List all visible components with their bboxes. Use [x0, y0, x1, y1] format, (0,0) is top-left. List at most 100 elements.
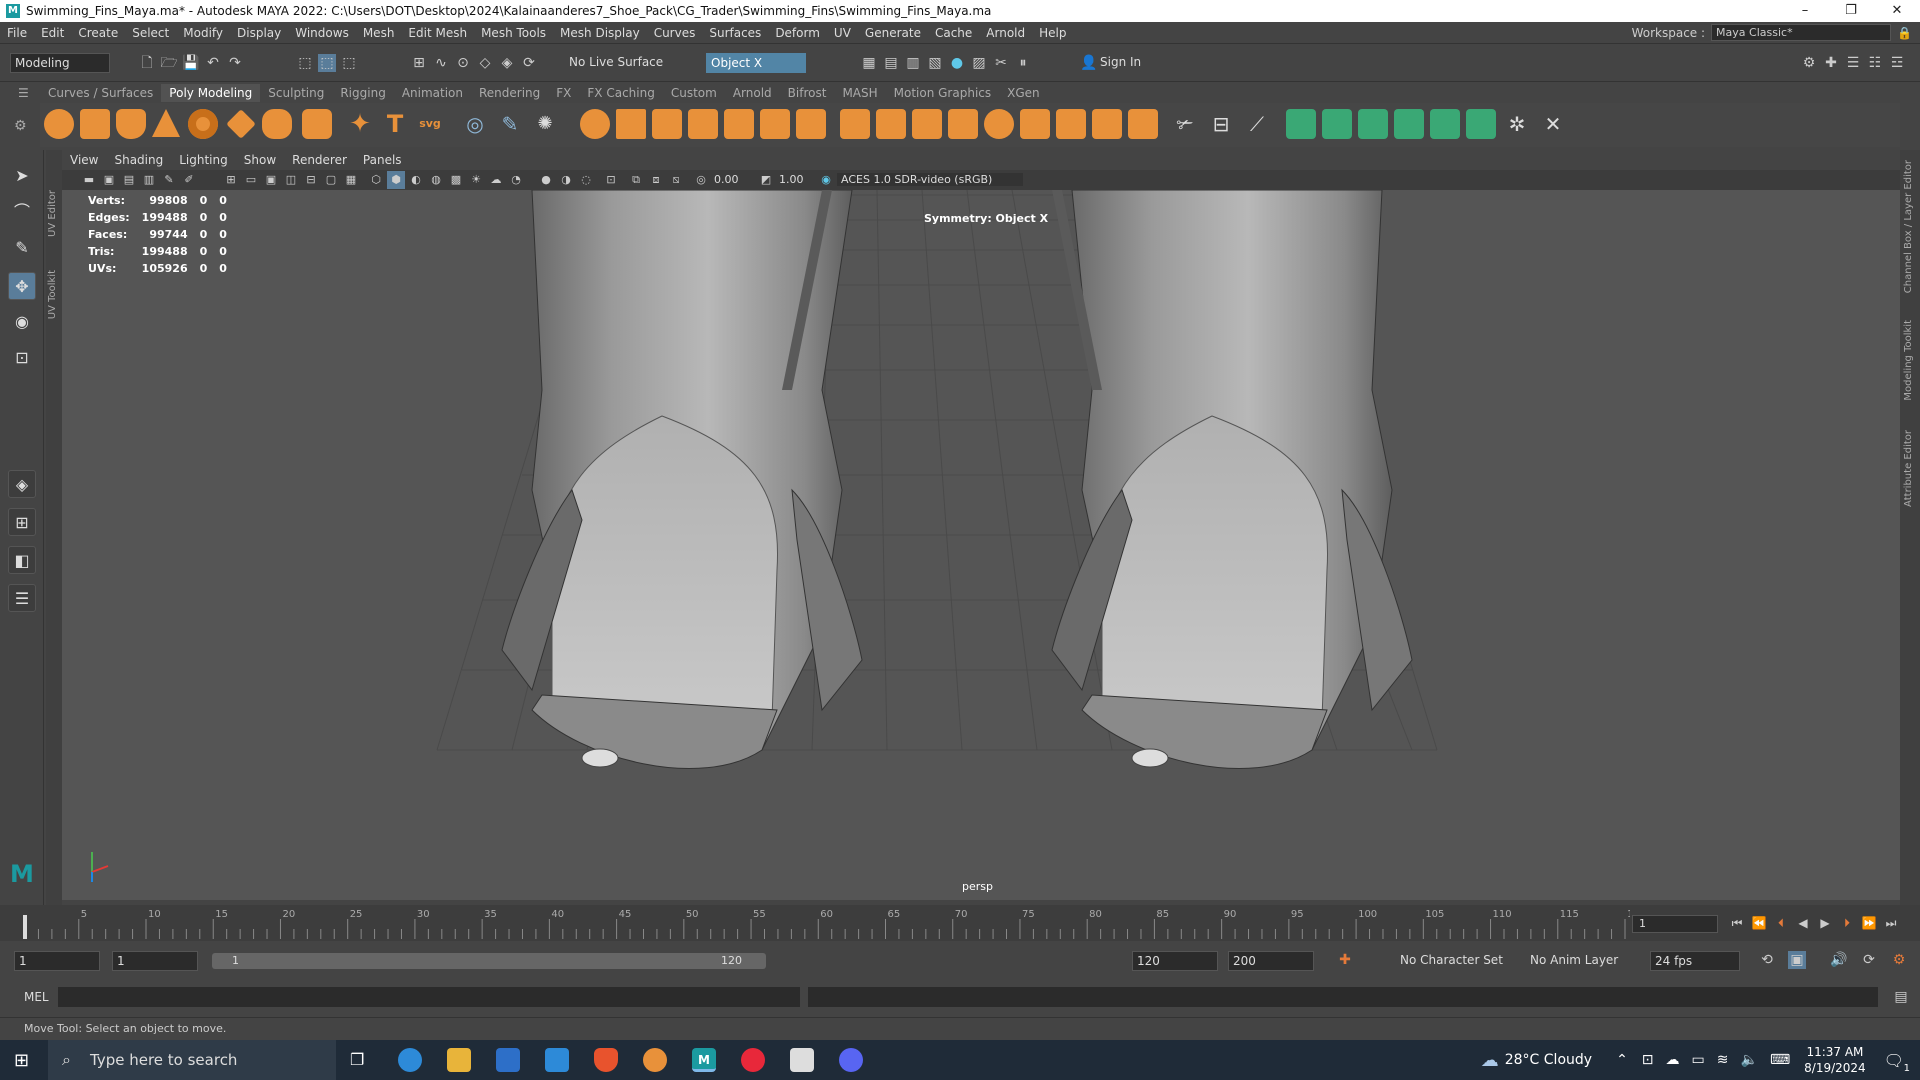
- close-button[interactable]: ✕: [1874, 0, 1920, 22]
- shelf-tab-sculpting[interactable]: Sculpting: [260, 84, 332, 102]
- scene-canvas[interactable]: [62, 190, 1900, 900]
- workspace-dropdown[interactable]: Maya Classic*: [1711, 24, 1892, 41]
- render-view-icon[interactable]: ▤: [882, 54, 900, 72]
- bevel-icon[interactable]: [912, 109, 942, 139]
- default-material-icon[interactable]: ◍: [427, 171, 445, 189]
- camera-lock-icon[interactable]: ▣: [100, 171, 118, 189]
- append-icon[interactable]: [948, 109, 978, 139]
- loop-icon[interactable]: ⟲: [1758, 951, 1776, 969]
- uv-unfold-icon[interactable]: [1430, 109, 1460, 139]
- menu-display[interactable]: Display: [230, 26, 288, 40]
- select-hierarchy-icon[interactable]: ⬚: [296, 54, 314, 72]
- smooth-shade-icon[interactable]: ⬢: [387, 171, 405, 189]
- transform-component-icon[interactable]: ✺: [530, 109, 560, 139]
- ambient-occlusion-icon[interactable]: ◔: [507, 171, 525, 189]
- menu-create[interactable]: Create: [71, 26, 125, 40]
- panel-menu-renderer[interactable]: Renderer: [284, 153, 355, 167]
- uv-planar-icon[interactable]: [1286, 109, 1316, 139]
- xray-icon[interactable]: ⧉: [627, 171, 645, 189]
- menu-deform[interactable]: Deform: [768, 26, 827, 40]
- chevron-up-icon[interactable]: ⌃: [1616, 1052, 1628, 1068]
- maya-taskbar-icon[interactable]: M: [692, 1048, 716, 1072]
- resolution-gate-icon[interactable]: ▣: [262, 171, 280, 189]
- panel-menu-lighting[interactable]: Lighting: [171, 153, 236, 167]
- attribute-editor-tab[interactable]: Attribute Editor: [1903, 430, 1914, 507]
- super-shape-icon[interactable]: ✦: [345, 109, 375, 139]
- windows-start-icon[interactable]: ⊞: [14, 1050, 29, 1071]
- modeling-toolkit-tab[interactable]: Modeling Toolkit: [1903, 320, 1914, 401]
- snap-live-icon[interactable]: ◈: [498, 54, 516, 72]
- wireframe-on-shaded-icon[interactable]: ◐: [407, 171, 425, 189]
- wedge-icon[interactable]: [1056, 109, 1086, 139]
- backface-icon[interactable]: ⧅: [667, 171, 685, 189]
- auto-key-icon[interactable]: ✚: [1336, 951, 1354, 969]
- svg-icon[interactable]: svg: [415, 109, 445, 139]
- rotate-tool-icon[interactable]: ◉: [8, 308, 36, 336]
- shelf-gear-icon[interactable]: ⚙: [14, 118, 36, 140]
- depth-of-field-icon[interactable]: ◌: [577, 171, 595, 189]
- lock-icon[interactable]: 🔒: [1897, 26, 1912, 40]
- persp-outliner-icon[interactable]: ◧: [8, 546, 36, 574]
- zbrush-icon[interactable]: [790, 1048, 814, 1072]
- field-chart-icon[interactable]: ⊟: [302, 171, 320, 189]
- battery-icon[interactable]: ▭: [1692, 1052, 1705, 1068]
- shelf-tab-fx-caching[interactable]: FX Caching: [579, 84, 662, 102]
- single-view-icon[interactable]: ◈: [8, 470, 36, 498]
- time-slider[interactable]: 5 10 15 20 25 30 35 40 45 50 55 60 65 70 75 80 85 90 95 100…: [0, 905, 1920, 941]
- separate-icon[interactable]: [616, 109, 646, 139]
- menu-mesh-display[interactable]: Mesh Display: [553, 26, 647, 40]
- menu-help[interactable]: Help: [1032, 26, 1073, 40]
- step-back-key-icon[interactable]: ⏪: [1750, 914, 1768, 932]
- multi-cut-icon[interactable]: ✃: [1170, 109, 1200, 139]
- menu-edit[interactable]: Edit: [34, 26, 71, 40]
- menu-uv[interactable]: UV: [827, 26, 858, 40]
- shelf-tab-fx[interactable]: FX: [548, 84, 579, 102]
- blender-icon[interactable]: [643, 1048, 667, 1072]
- poly-sphere-icon[interactable]: [44, 109, 74, 139]
- wifi-icon[interactable]: ≋: [1717, 1052, 1729, 1068]
- shelf-tab-rigging[interactable]: Rigging: [332, 84, 393, 102]
- sign-in-dropdown[interactable]: Sign In: [1096, 53, 1198, 73]
- shelf-menu-icon[interactable]: ☰: [18, 86, 30, 100]
- step-forward-frame-icon[interactable]: ⏵: [1838, 914, 1856, 932]
- wireframe-icon[interactable]: ⬡: [367, 171, 385, 189]
- key-icon[interactable]: ▣: [1788, 951, 1806, 969]
- shelf-tab-animation[interactable]: Animation: [394, 84, 471, 102]
- arnold-ipr-icon[interactable]: ✂: [992, 54, 1010, 72]
- poly-cube-icon[interactable]: [80, 109, 110, 139]
- four-view-icon[interactable]: ⊞: [8, 508, 36, 536]
- panel-menu-shading[interactable]: Shading: [106, 153, 171, 167]
- shelf-tab-motion-graphics[interactable]: Motion Graphics: [886, 84, 1000, 102]
- hypershade-icon[interactable]: ●: [948, 54, 966, 72]
- platonic-solid-icon[interactable]: [302, 109, 332, 139]
- uv-automatic-icon[interactable]: [1394, 109, 1424, 139]
- measure-icon[interactable]: ✎: [495, 109, 525, 139]
- render-current-icon[interactable]: ▦: [860, 54, 878, 72]
- cloud-icon[interactable]: ☁: [1666, 1052, 1680, 1068]
- save-scene-icon[interactable]: 💾: [182, 54, 200, 72]
- tool-settings-icon[interactable]: ☰: [1844, 54, 1862, 72]
- smooth-icon[interactable]: [688, 109, 718, 139]
- boolean-icon[interactable]: [796, 109, 826, 139]
- color-management-icon[interactable]: ◉: [817, 171, 835, 189]
- menu-cache[interactable]: Cache: [928, 26, 979, 40]
- mirror-icon[interactable]: [652, 109, 682, 139]
- store-icon[interactable]: [496, 1048, 520, 1072]
- anti-aliasing-icon[interactable]: ◑: [557, 171, 575, 189]
- combine-icon[interactable]: [580, 109, 610, 139]
- menu-curves[interactable]: Curves: [647, 26, 703, 40]
- poly-plane-icon[interactable]: [226, 109, 256, 139]
- render-settings-icon[interactable]: ▧: [926, 54, 944, 72]
- menu-windows[interactable]: Windows: [288, 26, 356, 40]
- panel-menu-show[interactable]: Show: [236, 153, 284, 167]
- extrude-icon[interactable]: [840, 109, 870, 139]
- exposure-icon[interactable]: ◎: [692, 171, 710, 189]
- minimize-button[interactable]: –: [1782, 0, 1828, 22]
- paint-select-icon[interactable]: ✎: [8, 234, 36, 262]
- make-hole-icon[interactable]: [1020, 109, 1050, 139]
- notifications-icon[interactable]: 🗨 1: [1884, 1051, 1910, 1074]
- shelf-tab-xgen[interactable]: XGen: [999, 84, 1048, 102]
- channel-box-icon[interactable]: ☷: [1866, 54, 1884, 72]
- sound-icon[interactable]: 🔊: [1830, 951, 1848, 969]
- gamma-icon[interactable]: ◩: [757, 171, 775, 189]
